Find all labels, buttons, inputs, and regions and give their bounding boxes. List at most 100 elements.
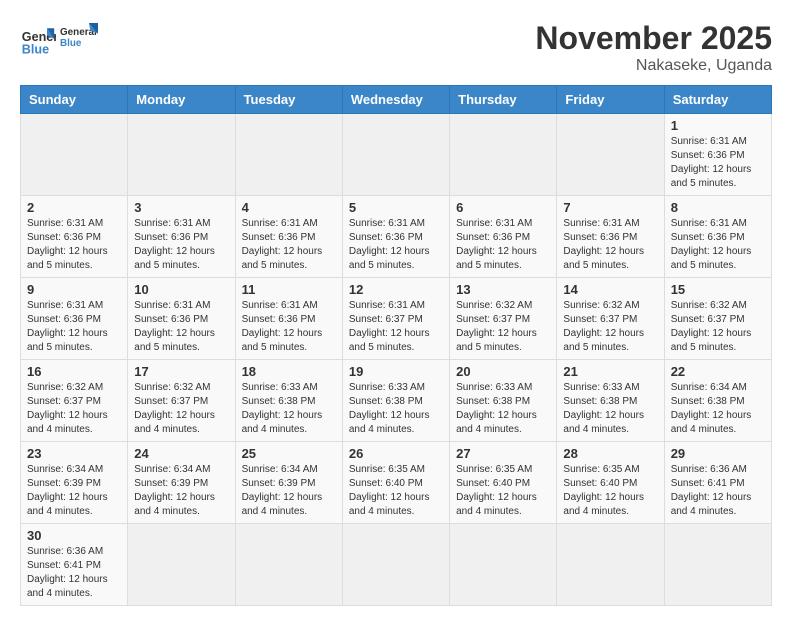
- day-info: Sunrise: 6:31 AMSunset: 6:36 PMDaylight:…: [242, 299, 336, 355]
- calendar-cell: 27 Sunrise: 6:35 AMSunset: 6:40 PMDayligh…: [450, 442, 557, 524]
- day-number: 17: [134, 364, 228, 379]
- day-number: 23: [27, 446, 121, 461]
- calendar-cell: 7 Sunrise: 6:31 AMSunset: 6:36 PMDaylight…: [557, 196, 664, 278]
- day-number: 29: [671, 446, 765, 461]
- day-info: Sunrise: 6:32 AMSunset: 6:37 PMDaylight:…: [134, 381, 228, 437]
- day-info: Sunrise: 6:31 AMSunset: 6:36 PMDaylight:…: [671, 217, 765, 273]
- day-number: 11: [242, 282, 336, 297]
- day-number: 28: [563, 446, 657, 461]
- day-info: Sunrise: 6:33 AMSunset: 6:38 PMDaylight:…: [563, 381, 657, 437]
- svg-text:Blue: Blue: [22, 42, 49, 56]
- day-info: Sunrise: 6:33 AMSunset: 6:38 PMDaylight:…: [242, 381, 336, 437]
- calendar-cell: 29 Sunrise: 6:36 AMSunset: 6:41 PMDayligh…: [664, 442, 771, 524]
- calendar-cell: [342, 524, 449, 606]
- calendar-cell: 18 Sunrise: 6:33 AMSunset: 6:38 PMDayligh…: [235, 360, 342, 442]
- day-number: 22: [671, 364, 765, 379]
- day-number: 21: [563, 364, 657, 379]
- day-info: Sunrise: 6:36 AMSunset: 6:41 PMDaylight:…: [27, 545, 121, 601]
- calendar-cell: [235, 524, 342, 606]
- calendar-cell: 14Sunrise: 6:32 AMSunset: 6:37 PMDayligh…: [557, 278, 664, 360]
- day-number: 4: [242, 200, 336, 215]
- calendar-cell: 17 Sunrise: 6:32 AMSunset: 6:37 PMDayligh…: [128, 360, 235, 442]
- day-info: Sunrise: 6:33 AMSunset: 6:38 PMDaylight:…: [349, 381, 443, 437]
- calendar-cell: 24 Sunrise: 6:34 AMSunset: 6:39 PMDayligh…: [128, 442, 235, 524]
- weekday-header-sunday: Sunday: [21, 86, 128, 114]
- day-number: 9: [27, 282, 121, 297]
- day-info: Sunrise: 6:31 AMSunset: 6:36 PMDaylight:…: [349, 217, 443, 273]
- day-number: 10: [134, 282, 228, 297]
- day-number: 26: [349, 446, 443, 461]
- calendar-cell: 28 Sunrise: 6:35 AMSunset: 6:40 PMDayligh…: [557, 442, 664, 524]
- calendar-cell: 30 Sunrise: 6:36 AMSunset: 6:41 PMDayligh…: [21, 524, 128, 606]
- calendar-cell: 26 Sunrise: 6:35 AMSunset: 6:40 PMDayligh…: [342, 442, 449, 524]
- day-info: Sunrise: 6:31 AMSunset: 6:36 PMDaylight:…: [134, 217, 228, 273]
- calendar-cell: [235, 114, 342, 196]
- day-info: Sunrise: 6:31 AMSunset: 6:36 PMDaylight:…: [134, 299, 228, 355]
- weekday-header-tuesday: Tuesday: [235, 86, 342, 114]
- logo-icon: General Blue: [20, 21, 56, 57]
- page-header: General Blue General Blue November 2025 …: [20, 20, 772, 75]
- day-number: 1: [671, 118, 765, 133]
- day-info: Sunrise: 6:36 AMSunset: 6:41 PMDaylight:…: [671, 463, 765, 519]
- weekday-header-monday: Monday: [128, 86, 235, 114]
- day-info: Sunrise: 6:31 AMSunset: 6:36 PMDaylight:…: [671, 135, 765, 191]
- title-block: November 2025 Nakaseke, Uganda: [535, 20, 772, 75]
- day-number: 2: [27, 200, 121, 215]
- day-number: 18: [242, 364, 336, 379]
- day-number: 6: [456, 200, 550, 215]
- day-info: Sunrise: 6:35 AMSunset: 6:40 PMDaylight:…: [456, 463, 550, 519]
- day-info: Sunrise: 6:35 AMSunset: 6:40 PMDaylight:…: [563, 463, 657, 519]
- calendar-week-1: 1 Sunrise: 6:31 AMSunset: 6:36 PMDaylight…: [21, 114, 772, 196]
- day-number: 24: [134, 446, 228, 461]
- day-number: 7: [563, 200, 657, 215]
- calendar-cell: 20 Sunrise: 6:33 AMSunset: 6:38 PMDayligh…: [450, 360, 557, 442]
- day-info: Sunrise: 6:31 AMSunset: 6:37 PMDaylight:…: [349, 299, 443, 355]
- day-info: Sunrise: 6:34 AMSunset: 6:39 PMDaylight:…: [27, 463, 121, 519]
- calendar-cell: 13Sunrise: 6:32 AMSunset: 6:37 PMDayligh…: [450, 278, 557, 360]
- day-info: Sunrise: 6:31 AMSunset: 6:36 PMDaylight:…: [27, 217, 121, 273]
- calendar-cell: [664, 524, 771, 606]
- calendar-cell: [128, 524, 235, 606]
- calendar-cell: 6 Sunrise: 6:31 AMSunset: 6:36 PMDaylight…: [450, 196, 557, 278]
- calendar-cell: 2 Sunrise: 6:31 AMSunset: 6:36 PMDaylight…: [21, 196, 128, 278]
- calendar-cell: 10 Sunrise: 6:31 AMSunset: 6:36 PMDayligh…: [128, 278, 235, 360]
- weekday-header-thursday: Thursday: [450, 86, 557, 114]
- calendar-cell: 9Sunrise: 6:31 AMSunset: 6:36 PMDaylight…: [21, 278, 128, 360]
- day-info: Sunrise: 6:33 AMSunset: 6:38 PMDaylight:…: [456, 381, 550, 437]
- day-info: Sunrise: 6:34 AMSunset: 6:39 PMDaylight:…: [134, 463, 228, 519]
- calendar-cell: [128, 114, 235, 196]
- day-info: Sunrise: 6:32 AMSunset: 6:37 PMDaylight:…: [456, 299, 550, 355]
- day-number: 19: [349, 364, 443, 379]
- weekday-header-wednesday: Wednesday: [342, 86, 449, 114]
- calendar-cell: 15Sunrise: 6:32 AMSunset: 6:37 PMDayligh…: [664, 278, 771, 360]
- day-info: Sunrise: 6:34 AMSunset: 6:38 PMDaylight:…: [671, 381, 765, 437]
- logo: General Blue General Blue: [20, 20, 98, 58]
- svg-text:Blue: Blue: [60, 38, 82, 49]
- day-number: 30: [27, 528, 121, 543]
- day-info: Sunrise: 6:31 AMSunset: 6:36 PMDaylight:…: [563, 217, 657, 273]
- day-info: Sunrise: 6:31 AMSunset: 6:36 PMDaylight:…: [456, 217, 550, 273]
- calendar-table: SundayMondayTuesdayWednesdayThursdayFrid…: [20, 85, 772, 606]
- day-number: 20: [456, 364, 550, 379]
- calendar-cell: 5Sunrise: 6:31 AMSunset: 6:36 PMDaylight…: [342, 196, 449, 278]
- calendar-cell: [342, 114, 449, 196]
- calendar-cell: 22 Sunrise: 6:34 AMSunset: 6:38 PMDayligh…: [664, 360, 771, 442]
- calendar-week-5: 23 Sunrise: 6:34 AMSunset: 6:39 PMDayligh…: [21, 442, 772, 524]
- calendar-cell: 19 Sunrise: 6:33 AMSunset: 6:38 PMDayligh…: [342, 360, 449, 442]
- day-number: 16: [27, 364, 121, 379]
- calendar-cell: 1 Sunrise: 6:31 AMSunset: 6:36 PMDaylight…: [664, 114, 771, 196]
- calendar-week-2: 2 Sunrise: 6:31 AMSunset: 6:36 PMDaylight…: [21, 196, 772, 278]
- day-number: 12: [349, 282, 443, 297]
- calendar-cell: 25Sunrise: 6:34 AMSunset: 6:39 PMDayligh…: [235, 442, 342, 524]
- calendar-week-3: 9 Sunrise: 6:31 AMSunset: 6:36 PMDaylight…: [21, 278, 772, 360]
- day-info: Sunrise: 6:32 AMSunset: 6:37 PMDaylight:…: [563, 299, 657, 355]
- calendar-cell: 4 Sunrise: 6:31 AMSunset: 6:36 PMDaylight…: [235, 196, 342, 278]
- day-number: 27: [456, 446, 550, 461]
- calendar-cell: 21 Sunrise: 6:33 AMSunset: 6:38 PMDayligh…: [557, 360, 664, 442]
- day-info: Sunrise: 6:34 AMSunset: 6:39 PMDaylight:…: [242, 463, 336, 519]
- month-year-title: November 2025: [535, 20, 772, 57]
- day-info: Sunrise: 6:35 AMSunset: 6:40 PMDaylight:…: [349, 463, 443, 519]
- calendar-cell: 8Sunrise: 6:31 AMSunset: 6:36 PMDaylight…: [664, 196, 771, 278]
- calendar-cell: 23 Sunrise: 6:34 AMSunset: 6:39 PMDayligh…: [21, 442, 128, 524]
- day-info: Sunrise: 6:31 AMSunset: 6:36 PMDaylight:…: [242, 217, 336, 273]
